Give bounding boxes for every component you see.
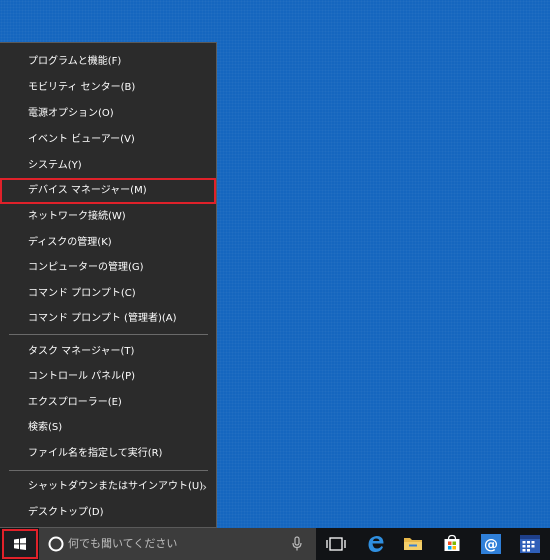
menu-item-label: エクスプローラー(E) bbox=[28, 397, 122, 408]
edge-icon bbox=[368, 536, 384, 552]
menu-item-command-prompt[interactable]: コマンド プロンプト(C) bbox=[0, 281, 216, 307]
menu-separator bbox=[9, 470, 208, 471]
menu-item-programs-and-features[interactable]: プログラムと機能(F) bbox=[0, 49, 216, 75]
file-explorer-button[interactable] bbox=[393, 528, 433, 560]
menu-item-search[interactable]: 検索(S) bbox=[0, 415, 216, 441]
menu-item-label: モビリティ センター(B) bbox=[28, 82, 136, 93]
calendar-button[interactable] bbox=[510, 528, 550, 560]
task-view-icon bbox=[326, 537, 346, 551]
menu-item-desktop[interactable]: デスクトップ(D) bbox=[0, 500, 216, 526]
quick-link-menu: プログラムと機能(F) モビリティ センター(B) 電源オプション(O) イベン… bbox=[0, 42, 217, 528]
menu-item-shutdown-or-sign-out[interactable]: シャットダウンまたはサインアウト(U) › bbox=[0, 474, 216, 500]
menu-separator bbox=[9, 334, 208, 335]
menu-item-network-connections[interactable]: ネットワーク接続(W) bbox=[0, 204, 216, 230]
menu-item-label: 電源オプション(O) bbox=[28, 108, 114, 119]
menu-item-label: コンピューターの管理(G) bbox=[28, 262, 144, 273]
menu-item-file-explorer[interactable]: エクスプローラー(E) bbox=[0, 390, 216, 416]
calendar-icon bbox=[520, 535, 540, 553]
menu-item-label: 検索(S) bbox=[28, 422, 63, 433]
store-bag-icon bbox=[444, 534, 460, 551]
menu-item-disk-management[interactable]: ディスクの管理(K) bbox=[0, 230, 216, 256]
menu-item-label: コマンド プロンプト (管理者)(A) bbox=[28, 313, 177, 324]
menu-item-label: システム(Y) bbox=[28, 160, 82, 171]
task-view-button[interactable] bbox=[316, 528, 356, 560]
taskbar: 何でも聞いてください @ bbox=[0, 528, 550, 560]
menu-item-system[interactable]: システム(Y) bbox=[0, 153, 216, 179]
menu-item-label: タスク マネージャー(T) bbox=[28, 346, 135, 357]
start-button[interactable] bbox=[2, 529, 38, 559]
menu-item-label: プログラムと機能(F) bbox=[28, 56, 122, 67]
menu-item-label: ディスクの管理(K) bbox=[28, 237, 112, 248]
windows-logo-icon bbox=[14, 537, 26, 550]
edge-button[interactable] bbox=[356, 528, 396, 560]
menu-item-computer-management[interactable]: コンピューターの管理(G) bbox=[0, 255, 216, 281]
menu-item-label: デバイス マネージャー(M) bbox=[28, 185, 147, 196]
store-button[interactable] bbox=[432, 528, 472, 560]
mail-button[interactable]: @ bbox=[471, 528, 511, 560]
menu-item-label: ファイル名を指定して実行(R) bbox=[28, 448, 163, 459]
desktop-background: プログラムと機能(F) モビリティ センター(B) 電源オプション(O) イベン… bbox=[0, 0, 550, 560]
mail-at-icon: @ bbox=[481, 534, 501, 554]
menu-item-task-manager[interactable]: タスク マネージャー(T) bbox=[0, 339, 216, 365]
menu-item-power-options[interactable]: 電源オプション(O) bbox=[0, 101, 216, 127]
svg-text:@: @ bbox=[484, 537, 498, 553]
menu-item-event-viewer[interactable]: イベント ビューアー(V) bbox=[0, 127, 216, 153]
menu-item-command-prompt-admin[interactable]: コマンド プロンプト (管理者)(A) bbox=[0, 306, 216, 332]
menu-item-run[interactable]: ファイル名を指定して実行(R) bbox=[0, 441, 216, 467]
menu-item-control-panel[interactable]: コントロール パネル(P) bbox=[0, 364, 216, 390]
folder-icon bbox=[404, 538, 422, 550]
microphone-icon[interactable] bbox=[291, 536, 303, 552]
cortana-circle-icon bbox=[48, 536, 64, 552]
menu-item-label: コマンド プロンプト(C) bbox=[28, 288, 136, 299]
menu-item-label: コントロール パネル(P) bbox=[28, 371, 136, 382]
menu-item-device-manager[interactable]: デバイス マネージャー(M) bbox=[0, 178, 216, 204]
chevron-right-icon: › bbox=[202, 480, 207, 494]
menu-item-label: シャットダウンまたはサインアウト(U) bbox=[28, 481, 204, 492]
menu-item-mobility-center[interactable]: モビリティ センター(B) bbox=[0, 75, 216, 101]
menu-item-label: ネットワーク接続(W) bbox=[28, 211, 126, 222]
search-placeholder: 何でも聞いてください bbox=[68, 537, 178, 550]
menu-item-label: デスクトップ(D) bbox=[28, 507, 104, 518]
menu-item-label: イベント ビューアー(V) bbox=[28, 134, 135, 145]
search-box[interactable]: 何でも聞いてください bbox=[39, 528, 316, 560]
